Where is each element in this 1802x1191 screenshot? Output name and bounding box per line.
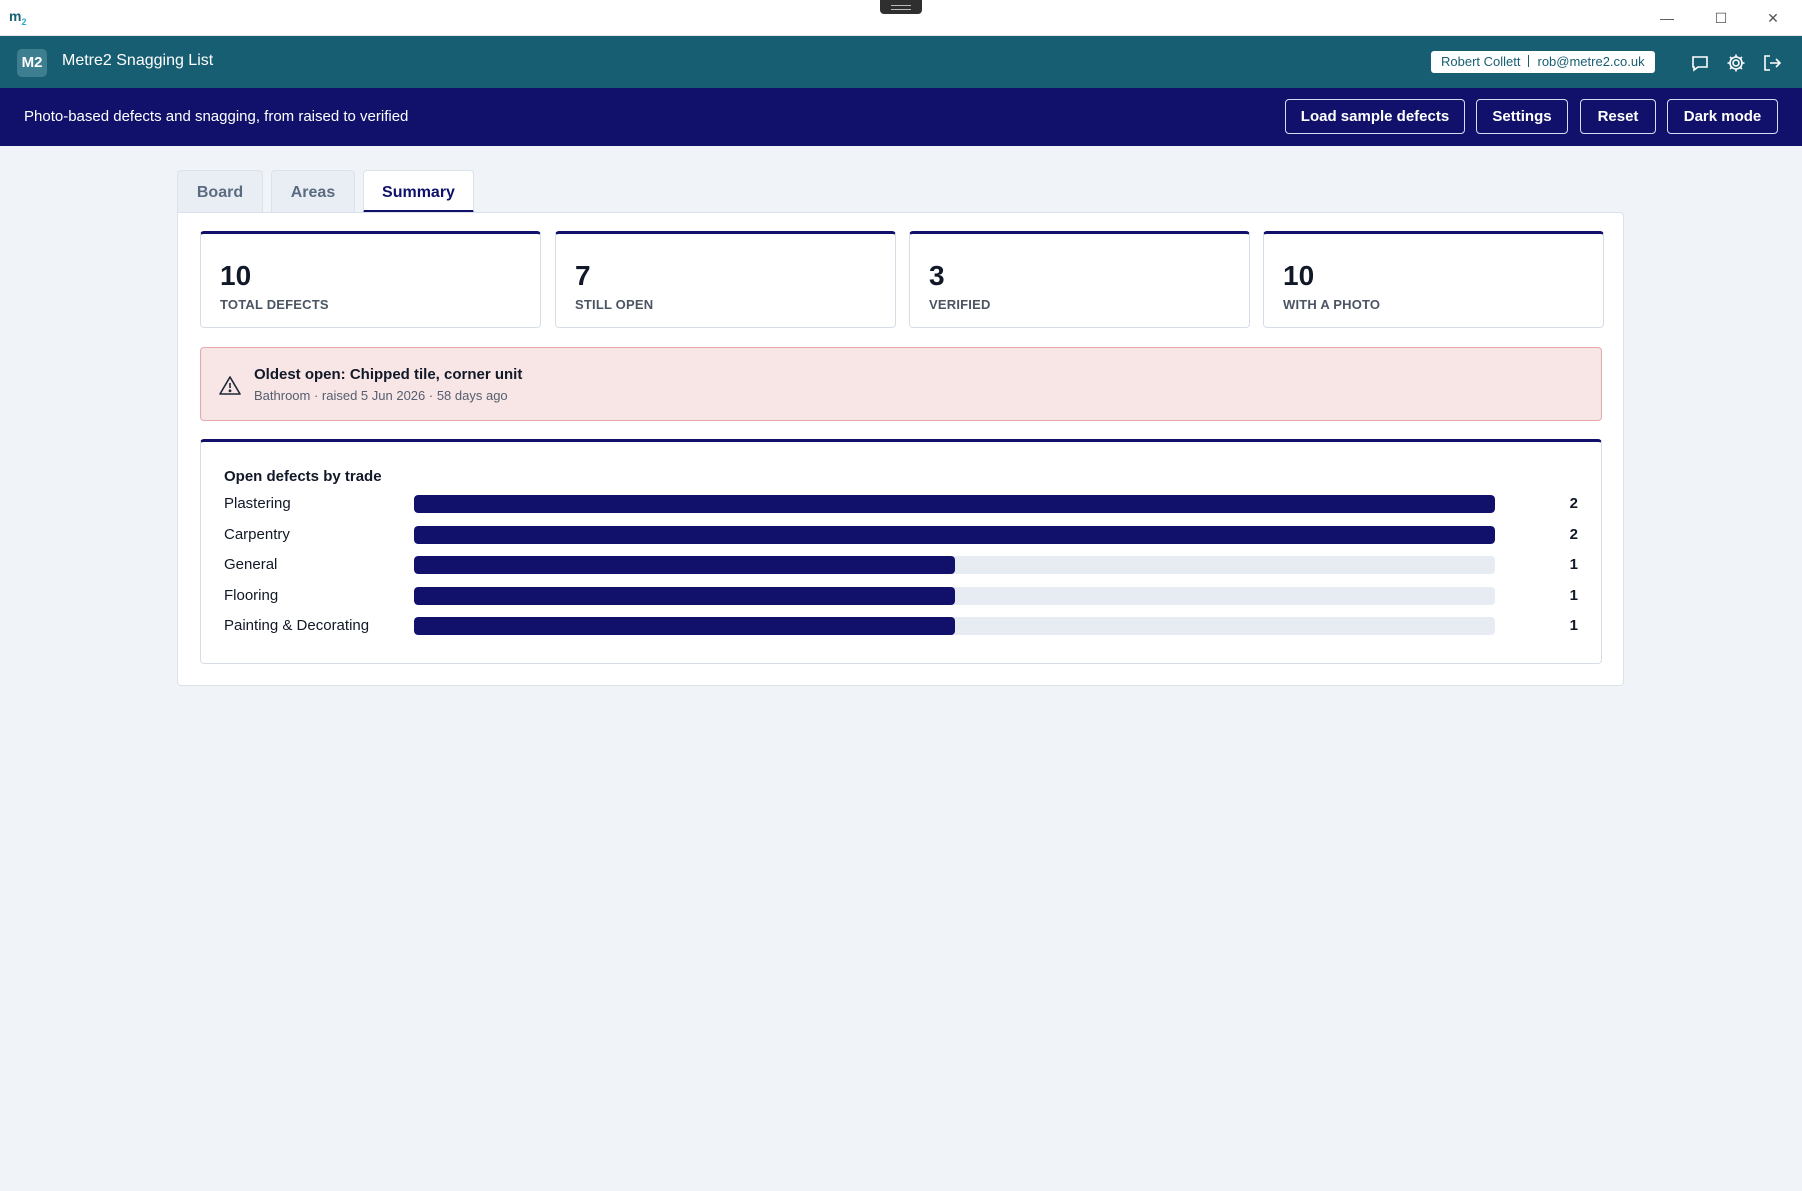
- maximize-button[interactable]: ☐: [1706, 6, 1736, 30]
- warning-triangle-icon: [219, 375, 241, 395]
- trade-count: 2: [1569, 495, 1578, 512]
- stat-card-verified: 3 VERIFIED: [909, 231, 1250, 328]
- trade-name: Plastering: [224, 495, 291, 512]
- load-sample-defects-button[interactable]: Load sample defects: [1285, 99, 1465, 134]
- bar-track: [414, 586, 1495, 605]
- settings-button[interactable]: Settings: [1476, 99, 1568, 134]
- stat-label: WITH A PHOTO: [1283, 297, 1381, 312]
- bar-fill: [414, 525, 1495, 544]
- stat-card-open: 7 STILL OPEN: [555, 231, 896, 328]
- stat-label: TOTAL DEFECTS: [220, 297, 329, 312]
- bar-track: [414, 525, 1495, 544]
- window-titlebar: m2 — ☐ ✕: [0, 0, 1802, 36]
- minimize-button[interactable]: —: [1652, 6, 1682, 30]
- stat-label: STILL OPEN: [575, 297, 654, 312]
- chat-icon[interactable]: [1689, 52, 1711, 74]
- trade-row: Carpentry 2: [201, 522, 1601, 548]
- window-drag-handle[interactable]: [880, 0, 922, 14]
- open-defects-by-trade-card: Open defects by trade Plastering 2 Carpent…: [200, 439, 1602, 664]
- bar-fill: [414, 586, 955, 605]
- bar-fill: [414, 556, 955, 574]
- trade-name: Carpentry: [224, 525, 290, 543]
- trade-count: 1: [1569, 617, 1578, 634]
- trade-row: Flooring 1: [201, 583, 1601, 609]
- trade-row: Painting & Decorating 1: [201, 613, 1601, 639]
- app-header: M2 Metre2 Snagging List Robert Collett ro…: [0, 36, 1802, 88]
- bar-track: [414, 495, 1495, 513]
- stat-value: 10: [220, 260, 252, 291]
- bar-track: [414, 617, 1495, 635]
- user-pill-divider: [1528, 55, 1530, 67]
- trade-count: 1: [1569, 556, 1578, 573]
- bar-fill: [414, 495, 1495, 513]
- trade-name: Flooring: [224, 586, 279, 604]
- window-logo: m2: [9, 8, 27, 27]
- user-pill[interactable]: Robert Collett rob@metre2.co.uk: [1431, 51, 1655, 73]
- oldest-open-alert[interactable]: Oldest open: Chipped tile, corner unit B…: [200, 347, 1602, 421]
- tab-summary[interactable]: Summary: [363, 170, 474, 213]
- app-logo-badge: M2: [17, 49, 47, 77]
- app-title: Metre2 Snagging List: [62, 52, 214, 69]
- chart-title: Open defects by trade: [224, 468, 382, 485]
- tab-areas[interactable]: Areas: [271, 170, 355, 213]
- trade-row: General 1: [201, 552, 1601, 578]
- close-button[interactable]: ✕: [1758, 6, 1788, 30]
- stat-value: 10: [1283, 260, 1315, 291]
- trade-count: 1: [1569, 586, 1578, 604]
- trade-row: Plastering 2: [201, 491, 1601, 517]
- logout-icon[interactable]: [1761, 52, 1783, 74]
- bar-fill: [414, 617, 955, 635]
- tagline: Photo-based defects and snagging, from r…: [24, 108, 409, 125]
- gear-icon[interactable]: [1725, 52, 1747, 74]
- alert-title: Oldest open: Chipped tile, corner unit: [254, 366, 523, 383]
- trade-name: Painting & Decorating: [224, 617, 370, 634]
- sub-header: Photo-based defects and snagging, from r…: [0, 88, 1802, 146]
- bar-track: [414, 556, 1495, 574]
- alert-detail: Bathroom · raised 5 Jun 2026 · 58 days a…: [254, 388, 508, 403]
- trade-name: General: [224, 556, 278, 573]
- tab-board[interactable]: Board: [177, 170, 263, 213]
- user-email: rob@metre2.co.uk: [1537, 54, 1645, 69]
- stat-label: VERIFIED: [929, 297, 991, 312]
- dark-mode-button[interactable]: Dark mode: [1667, 99, 1778, 134]
- user-name: Robert Collett: [1441, 54, 1521, 69]
- reset-button[interactable]: Reset: [1580, 99, 1656, 134]
- trade-count: 2: [1569, 525, 1578, 543]
- stat-value: 7: [575, 260, 591, 291]
- stat-value: 3: [929, 260, 945, 291]
- stat-card-total: 10 TOTAL DEFECTS: [200, 231, 541, 328]
- stat-card-photo: 10 WITH A PHOTO: [1263, 231, 1604, 328]
